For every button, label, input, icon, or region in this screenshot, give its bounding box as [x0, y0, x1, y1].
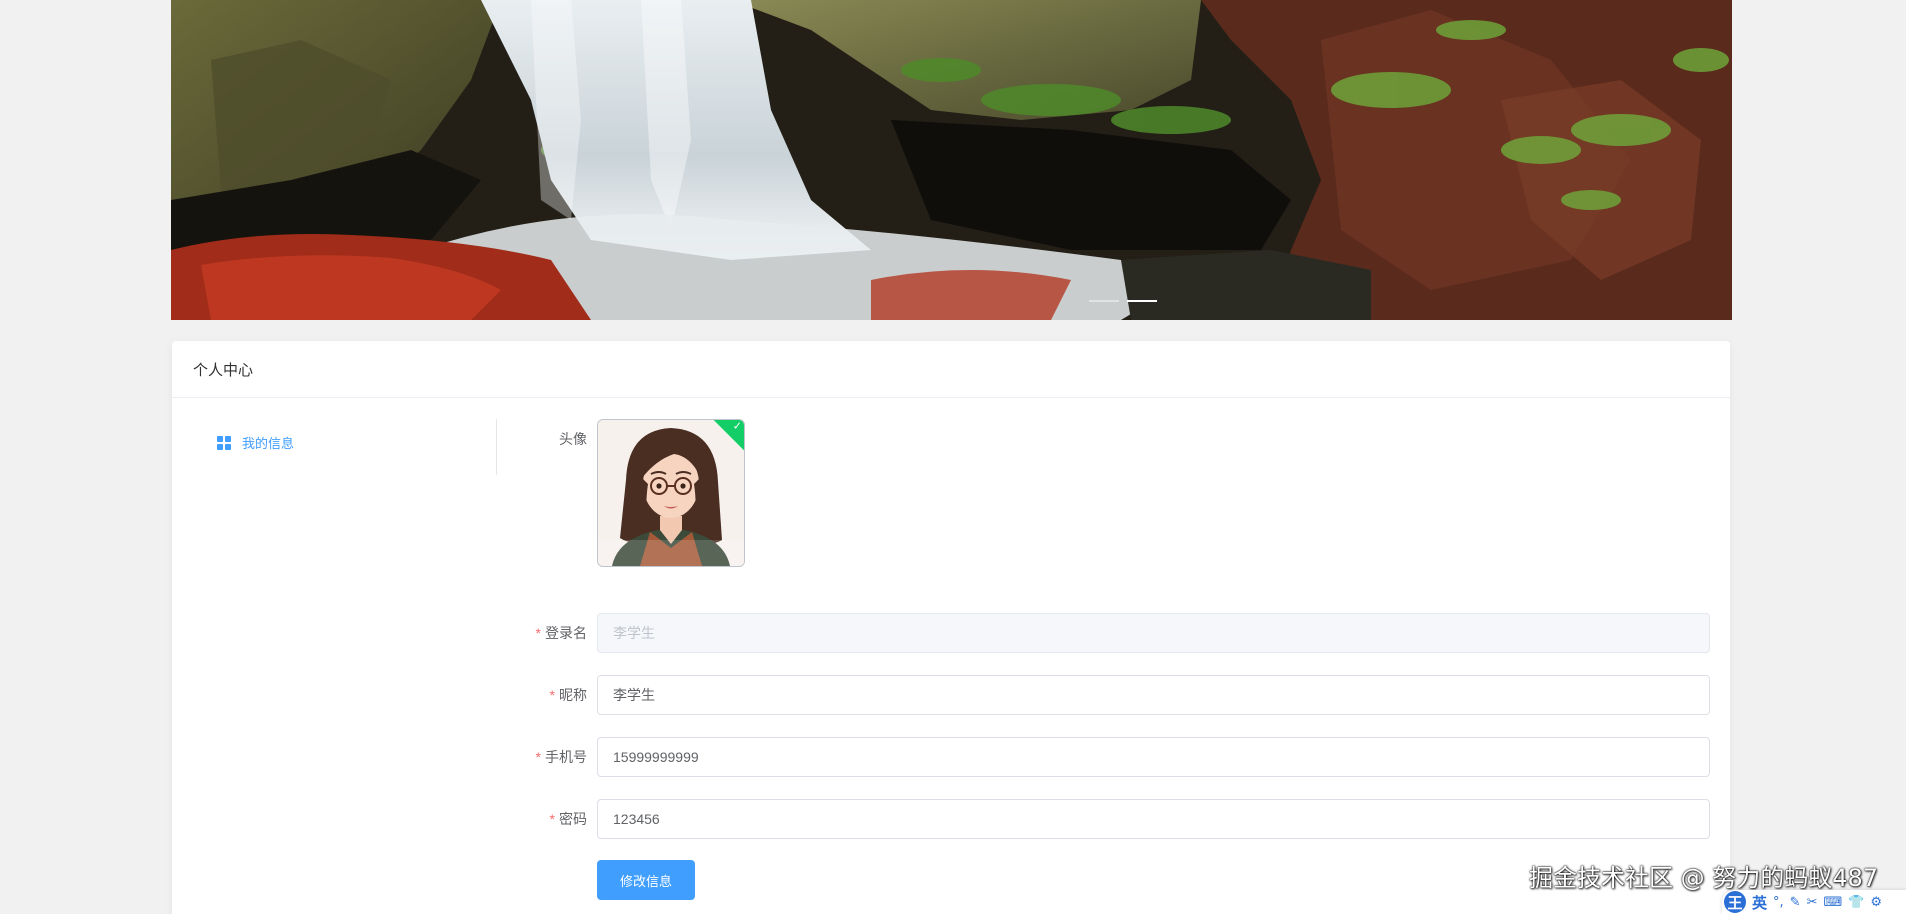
- card-header: 个人中心: [172, 341, 1730, 398]
- page: 个人中心 我的信息 头像 ✓ * 登录名 李学生 * 昵称 李学生 * 手机号 …: [0, 0, 1906, 914]
- update-info-button[interactable]: 修改信息: [597, 860, 695, 900]
- grid-icon: [217, 435, 231, 450]
- ime-scissors-icon[interactable]: ✂: [1807, 895, 1818, 910]
- ime-punctuation-icon[interactable]: °,: [1773, 895, 1784, 910]
- nickname-input[interactable]: [597, 675, 1710, 715]
- ime-language-toggle[interactable]: 英: [1752, 892, 1767, 913]
- ime-skin-icon[interactable]: 👕: [1848, 895, 1864, 910]
- carousel-indicator-active[interactable]: [1127, 300, 1157, 302]
- login-name-input[interactable]: [597, 613, 1710, 653]
- login-name-label: * 登录名: [535, 625, 587, 641]
- watermark: 掘金技术社区 @ 努力的蚂蚁487: [1529, 864, 1879, 892]
- ime-toolbar: 王 英 °, ✎ ✂ ⌨ 👕 ⚙: [1722, 890, 1906, 914]
- password-label: * 密码: [549, 811, 587, 827]
- phone-label: * 手机号: [535, 749, 587, 765]
- check-icon: ✓: [732, 419, 742, 433]
- avatar-image: [598, 420, 744, 566]
- ime-logo-icon[interactable]: 王: [1724, 891, 1746, 913]
- nickname-label: * 昵称: [549, 687, 587, 703]
- sidebar-item-my-info[interactable]: 我的信息: [217, 433, 294, 452]
- password-input[interactable]: [597, 799, 1710, 839]
- profile-card: 个人中心 我的信息 头像 ✓ * 登录名 李学生 * 昵称 李学生 * 手机号 …: [172, 341, 1730, 914]
- banner-carousel[interactable]: [171, 0, 1732, 320]
- avatar-uploader[interactable]: ✓: [597, 419, 745, 567]
- waterfall-image: [171, 0, 1732, 320]
- sidebar-item-label: 我的信息: [242, 436, 295, 451]
- ime-keyboard-icon[interactable]: ⌨: [1823, 895, 1842, 910]
- ime-settings-icon[interactable]: ⚙: [1870, 895, 1882, 910]
- carousel-indicators: [1089, 300, 1157, 302]
- avatar-label: 头像: [559, 431, 587, 447]
- ime-pen-icon[interactable]: ✎: [1790, 895, 1801, 910]
- card-title: 个人中心: [193, 361, 254, 379]
- phone-input[interactable]: [597, 737, 1710, 777]
- carousel-indicator[interactable]: [1089, 300, 1119, 302]
